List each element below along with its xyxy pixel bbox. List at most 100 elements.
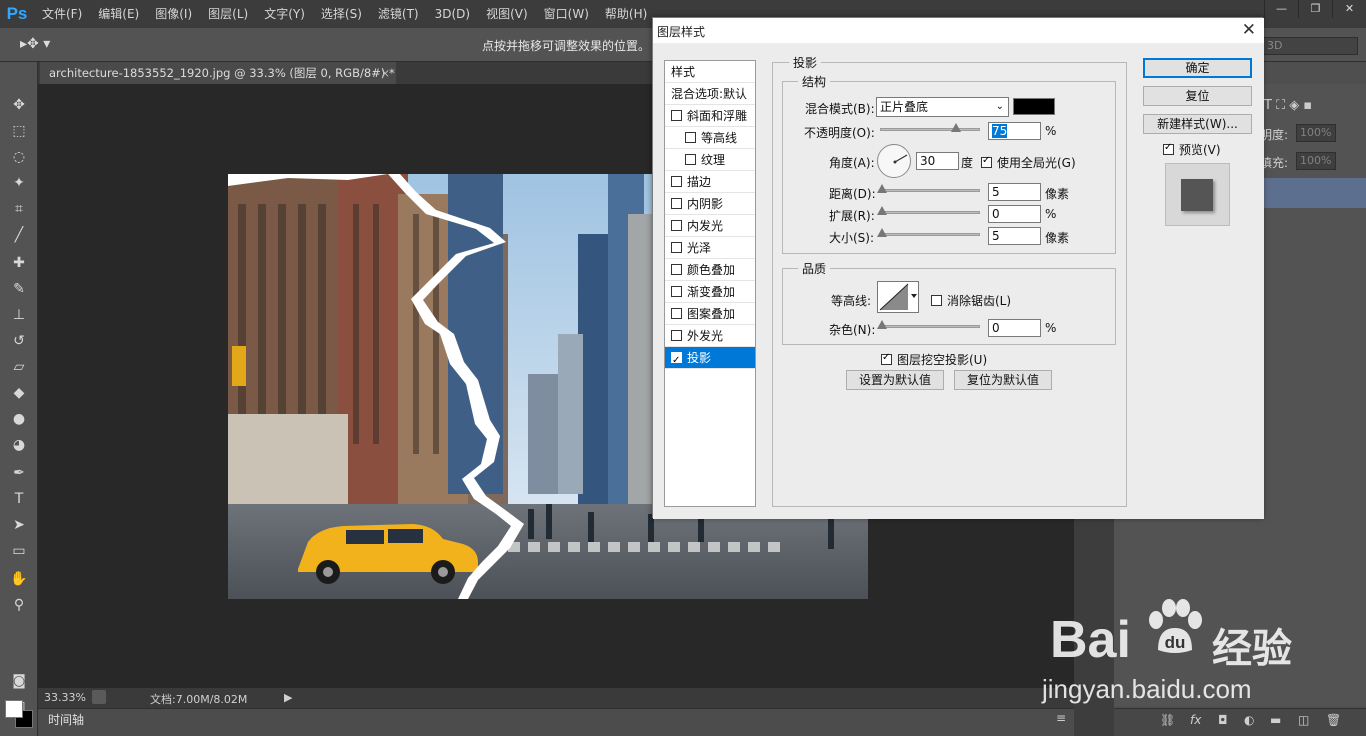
style-item[interactable]: 内发光 [665,215,755,237]
size-input[interactable]: 5 [988,227,1041,245]
style-item[interactable]: 等高线 [665,127,755,149]
slider-thumb[interactable] [877,228,887,237]
angle-dial[interactable] [877,144,911,178]
history-brush-icon[interactable]: ↺ [8,330,30,352]
antialias-checkbox[interactable]: 消除锯齿(L) [931,292,1011,309]
style-list-header[interactable]: 样式 [665,61,755,83]
tool-preset-picker[interactable]: ▸✥ ▾ [20,36,50,52]
menu-file[interactable]: 文件(F) [34,0,90,28]
style-item[interactable]: 渐变叠加 [665,281,755,303]
shadow-color-swatch[interactable] [1013,98,1055,115]
eyedropper-icon[interactable]: ╱ [8,224,30,246]
style-item[interactable]: 外发光 [665,325,755,347]
menu-select[interactable]: 选择(S) [313,0,370,28]
menu-type[interactable]: 文字(Y) [256,0,313,28]
checkbox-icon[interactable] [881,352,892,365]
eraser-icon[interactable]: ▱ [8,356,30,378]
status-menu-arrow[interactable]: ▶ [284,691,292,704]
style-item[interactable]: 投影 [665,347,755,372]
move-tool-icon[interactable]: ✥ [8,94,30,116]
close-app-button[interactable]: ✕ [1332,0,1366,18]
ok-button[interactable]: 确定 [1143,58,1252,78]
link-layers-icon[interactable]: ⛓ [1160,713,1175,727]
menu-layer[interactable]: 图层(L) [200,0,256,28]
marquee-tool-icon[interactable]: ⬚ [8,120,30,142]
slider-thumb[interactable] [877,206,887,215]
checkbox-icon[interactable] [671,308,682,319]
checkbox-icon[interactable] [671,176,682,187]
checkbox-icon[interactable] [931,295,942,306]
checkbox-icon[interactable] [685,132,696,143]
angle-input[interactable]: 30 [916,152,959,170]
crop-tool-icon[interactable]: ⌗ [8,198,30,220]
checkbox-icon[interactable] [671,330,682,341]
path-select-icon[interactable]: ➤ [8,514,30,536]
blend-mode-select[interactable]: 正片叠底 ⌄ [876,97,1009,117]
fx-icon[interactable]: fx [1190,713,1201,727]
slider-thumb[interactable] [877,320,887,329]
brush-tool-icon[interactable]: ✎ [8,278,30,300]
noise-input[interactable]: 0 [988,319,1041,337]
reset-button[interactable]: 复位 [1143,86,1252,106]
pen-tool-icon[interactable]: ✒ [8,462,30,484]
style-item[interactable]: 图案叠加 [665,303,755,325]
checkbox-icon[interactable] [671,264,682,275]
style-item[interactable]: 内阴影 [665,193,755,215]
restore-button[interactable]: ❐ [1298,0,1332,18]
checkbox-icon[interactable] [671,350,682,372]
preview-checkbox[interactable]: 预览(V) [1163,141,1221,158]
style-item[interactable]: 颜色叠加 [665,259,755,281]
checkbox-icon[interactable] [671,286,682,297]
zoom-level[interactable]: 33.33% [44,691,86,704]
layer-filter-icons[interactable]: T ⛶ ◈ ▪ [1264,98,1312,113]
menu-edit[interactable]: 编辑(E) [90,0,147,28]
menu-3d[interactable]: 3D(D) [427,0,478,28]
distance-slider[interactable] [877,184,980,193]
type-tool-icon[interactable]: T [8,488,30,510]
dialog-titlebar[interactable]: 图层样式 ✕ [653,18,1264,43]
menu-help[interactable]: 帮助(H) [597,0,655,28]
magic-wand-icon[interactable]: ✦ [8,172,30,194]
healing-brush-icon[interactable]: ✚ [8,252,30,274]
style-item[interactable]: 光泽 [665,237,755,259]
layer-fill-field[interactable]: 100% [1296,152,1336,170]
slider-thumb[interactable] [951,123,961,132]
timeline-tab[interactable]: 时间轴 [48,711,84,728]
menu-image[interactable]: 图像(I) [147,0,200,28]
workspace-3d-select[interactable]: 3D [1262,37,1358,55]
add-mask-icon[interactable]: ◘ [1218,713,1228,727]
style-item[interactable]: 纹理 [665,149,755,171]
checkbox-icon[interactable] [981,155,992,168]
noise-slider[interactable] [877,320,980,329]
checkbox-icon[interactable] [671,110,682,121]
spread-slider[interactable] [877,206,980,215]
opacity-input[interactable]: 75 [988,122,1041,140]
rectangle-tool-icon[interactable]: ▭ [8,540,30,562]
document-tab[interactable]: architecture-1853552_1920.jpg @ 33.3% (图… [40,62,396,84]
opacity-slider[interactable] [880,123,980,132]
global-light-checkbox[interactable]: 使用全局光(G) [981,154,1076,171]
layer-opacity-field[interactable]: 100% [1296,124,1336,142]
new-layer-icon[interactable]: ◫ [1298,713,1309,727]
adjustment-layer-icon[interactable]: ◐ [1244,713,1254,727]
dodge-tool-icon[interactable]: ◕ [8,434,30,456]
menu-view[interactable]: 视图(V) [478,0,536,28]
foreground-color-swatch[interactable] [5,700,23,718]
paint-bucket-icon[interactable]: ◆ [8,382,30,404]
reset-default-button[interactable]: 复位为默认值 [954,370,1052,390]
knockout-checkbox[interactable]: 图层挖空投影(U) [881,351,987,368]
style-item[interactable]: 描边 [665,171,755,193]
panel-menu-icon[interactable]: ≡ [1056,711,1066,725]
new-style-button[interactable]: 新建样式(W)... [1143,114,1252,134]
status-icon[interactable] [92,690,106,704]
blur-tool-icon[interactable]: ● [8,408,30,430]
hand-tool-icon[interactable]: ✋ [8,568,30,590]
checkbox-icon[interactable] [671,242,682,253]
close-icon[interactable]: ✕ [1242,20,1256,40]
clone-stamp-icon[interactable]: ⊥ [8,304,30,326]
new-group-icon[interactable]: ▬ [1270,713,1281,727]
blending-options-item[interactable]: 混合选项:默认 [665,83,755,105]
lasso-tool-icon[interactable]: ◌ [8,146,30,168]
zoom-tool-icon[interactable]: ⚲ [8,594,30,616]
menu-filter[interactable]: 滤镜(T) [370,0,427,28]
